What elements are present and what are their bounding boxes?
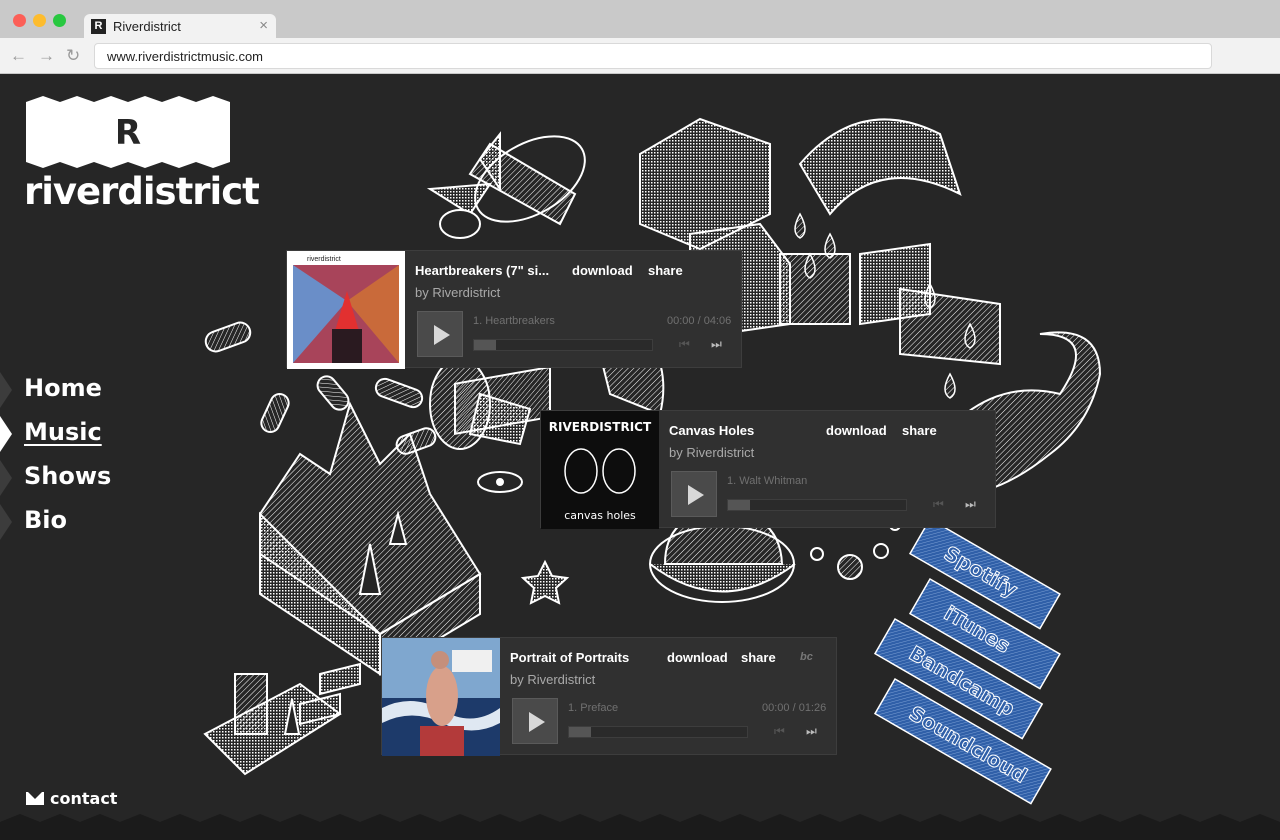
- maximize-window-button[interactable]: [53, 14, 66, 27]
- site-logo[interactable]: R: [26, 96, 230, 168]
- play-button[interactable]: [417, 311, 463, 357]
- tab-close-icon[interactable]: ×: [259, 17, 268, 34]
- nav-bio[interactable]: Bio: [0, 502, 160, 542]
- next-track-icon[interactable]: ⏭: [711, 337, 722, 352]
- track-title[interactable]: Canvas Holes: [669, 423, 809, 438]
- nav-shows[interactable]: Shows: [0, 458, 160, 498]
- streaming-blocks-illustration: Spotify iTunes Bandcamp Soundcloud: [873, 517, 1061, 805]
- tab-bar: R Riverdistrict ×: [0, 0, 1280, 38]
- nav-marker-icon: [0, 460, 12, 496]
- progress-bar[interactable]: [473, 339, 653, 351]
- track-name[interactable]: 1. Preface: [568, 702, 618, 714]
- album-cover-heartbreakers[interactable]: riverdistrict: [287, 251, 405, 369]
- nav-marker-icon: [0, 504, 12, 540]
- artist-byline[interactable]: by Riverdistrict: [669, 445, 754, 460]
- nav-home[interactable]: Home: [0, 370, 160, 410]
- track-name[interactable]: 1. Walt Whitman: [727, 475, 807, 487]
- cover-title: RIVERDISTRICT: [549, 420, 652, 434]
- track-title[interactable]: Portrait of Portraits: [510, 650, 650, 665]
- contact-link[interactable]: contact: [26, 789, 117, 808]
- previous-track-icon[interactable]: ⏮: [774, 724, 785, 739]
- cover-subtitle: canvas holes: [564, 509, 636, 522]
- favicon-icon: R: [91, 19, 106, 34]
- megaphone-illustration: [429, 358, 551, 493]
- next-track-icon[interactable]: ⏭: [965, 497, 976, 512]
- share-link[interactable]: share: [902, 423, 937, 438]
- nav-bio-label: Bio: [24, 506, 68, 534]
- album-cover-portrait-of-portraits[interactable]: [382, 638, 500, 756]
- download-link[interactable]: download: [826, 423, 887, 438]
- track-time: 00:00 / 04:06: [667, 315, 732, 327]
- track-name[interactable]: 1. Heartbreakers: [473, 315, 555, 327]
- share-link[interactable]: share: [741, 650, 776, 665]
- contact-label: contact: [50, 789, 118, 808]
- bandcamp-logo-icon[interactable]: bc: [800, 651, 813, 663]
- star-illustration: [520, 559, 570, 605]
- cover-label: riverdistrict: [307, 256, 341, 263]
- progress-bar[interactable]: [568, 726, 748, 738]
- progress-bar[interactable]: [727, 499, 907, 511]
- download-link[interactable]: download: [572, 263, 633, 278]
- download-link[interactable]: download: [667, 650, 728, 665]
- site-page: Spotify iTunes Bandcamp Soundcloud R riv…: [0, 74, 1280, 840]
- back-arrow-icon[interactable]: ←: [10, 46, 27, 66]
- browser-toolbar: ← → ↻ www.riverdistrictmusic.com: [0, 38, 1280, 74]
- nav-marker-icon: [0, 416, 12, 452]
- track-title[interactable]: Heartbreakers (7" si...: [415, 263, 555, 278]
- address-bar[interactable]: www.riverdistrictmusic.com: [94, 43, 1212, 69]
- share-link[interactable]: share: [648, 263, 683, 278]
- browser-tab[interactable]: R Riverdistrict ×: [84, 14, 276, 38]
- bandcamp-player-heartbreakers: riverdistrict Heartbreakers (7" si... do…: [286, 250, 742, 369]
- url-text: www.riverdistrictmusic.com: [107, 49, 264, 64]
- minimize-window-button[interactable]: [33, 14, 46, 27]
- play-button[interactable]: [512, 698, 558, 744]
- nav-music[interactable]: Music: [0, 414, 160, 454]
- previous-track-icon[interactable]: ⏮: [679, 337, 690, 352]
- artist-byline[interactable]: by Riverdistrict: [415, 285, 500, 300]
- album-cover-canvas-holes[interactable]: RIVERDISTRICT canvas holes: [541, 411, 659, 529]
- bottom-zigzag-border: [0, 814, 1280, 840]
- previous-track-icon[interactable]: ⏮: [933, 497, 944, 512]
- envelope-icon: [26, 792, 44, 805]
- nav-marker-icon: [0, 372, 12, 408]
- track-time: 00:00 / 01:26: [762, 702, 827, 714]
- bandcamp-player-canvas-holes: RIVERDISTRICT canvas holes Canvas Holes …: [540, 410, 996, 529]
- rocket-illustration: [426, 131, 586, 239]
- next-track-icon[interactable]: ⏭: [806, 724, 817, 739]
- reload-icon[interactable]: ↻: [66, 46, 80, 66]
- close-window-button[interactable]: [13, 14, 26, 27]
- artist-byline[interactable]: by Riverdistrict: [510, 672, 595, 687]
- nav-home-label: Home: [24, 374, 102, 402]
- logo-wordmark[interactable]: riverdistrict: [24, 170, 260, 213]
- play-button[interactable]: [671, 471, 717, 517]
- nav-shows-label: Shows: [24, 462, 112, 490]
- browser-chrome: R Riverdistrict × ← → ↻ www.riverdistric…: [0, 0, 1280, 74]
- nav-music-label: Music: [24, 418, 102, 446]
- logo-letter: R: [115, 113, 141, 153]
- bandcamp-player-portrait-of-portraits: Portrait of Portraits download share bc …: [381, 637, 837, 756]
- forward-arrow-icon[interactable]: →: [38, 46, 55, 66]
- tab-title: Riverdistrict: [113, 19, 181, 34]
